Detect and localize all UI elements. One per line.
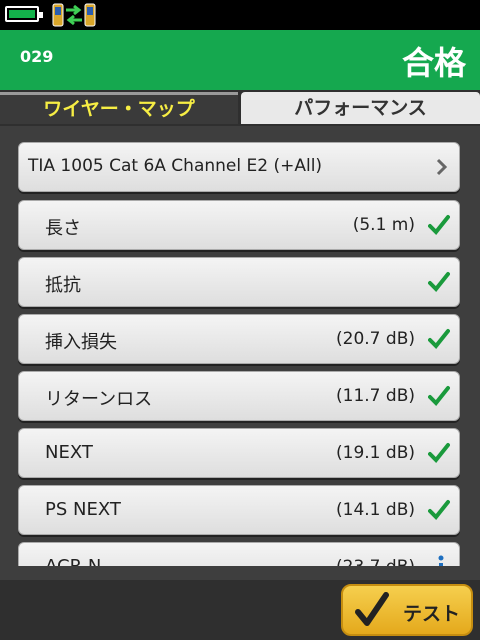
tab-performance[interactable]: パフォーマンス [241, 92, 480, 124]
result-row-next[interactable]: NEXT (19.1 dB) [18, 428, 460, 478]
result-value: (5.1 m) [352, 215, 415, 235]
result-row-return-loss[interactable]: リターンロス (11.7 dB) [18, 371, 460, 421]
result-label: 挿入損失 [45, 332, 117, 353]
check-icon [428, 215, 450, 235]
result-row-ps-next[interactable]: PS NEXT (14.1 dB) [18, 485, 460, 535]
result-row-acr-n[interactable]: ACR-N (23.7 dB) [18, 542, 460, 566]
tab-wire-map[interactable]: ワイヤー・マップ [0, 92, 238, 124]
result-header: 029 合格 [0, 30, 480, 90]
result-value: (11.7 dB) [336, 386, 415, 406]
check-icon [428, 500, 450, 520]
result-label: NEXT [45, 442, 93, 463]
check-icon [428, 329, 450, 349]
test-result: 合格 [401, 44, 466, 82]
check-icon [428, 386, 450, 406]
chevron-right-icon [436, 158, 448, 176]
result-label: 抵抗 [45, 275, 81, 296]
connection-icon [52, 3, 96, 27]
status-bar [0, 0, 480, 30]
result-value: (19.1 dB) [336, 443, 415, 463]
result-value: (14.1 dB) [336, 500, 415, 520]
test-button-label: テスト [403, 603, 461, 625]
check-icon [428, 443, 450, 463]
check-icon [428, 272, 450, 292]
checkmark-icon [355, 592, 389, 626]
channel-limit-row[interactable]: TIA 1005 Cat 6A Channel E2 (+All) [18, 142, 460, 192]
result-label: 長さ [45, 218, 81, 239]
result-value: (23.7 dB) [336, 557, 415, 566]
job-id: 029 [20, 47, 54, 66]
tab-bar: ワイヤー・マップ パフォーマンス [0, 90, 480, 126]
info-icon [438, 555, 444, 566]
channel-limit-label: TIA 1005 Cat 6A Channel E2 (+All) [28, 156, 323, 176]
result-row-insertion-loss[interactable]: 挿入損失 (20.7 dB) [18, 314, 460, 364]
test-button[interactable]: テスト [341, 584, 473, 636]
results-list[interactable]: TIA 1005 Cat 6A Channel E2 (+All) 長さ (5.… [0, 126, 480, 566]
result-row-resistance[interactable]: 抵抗 [18, 257, 460, 307]
result-row-length[interactable]: 長さ (5.1 m) [18, 200, 460, 250]
result-value: (20.7 dB) [336, 329, 415, 349]
result-label: PS NEXT [45, 499, 121, 520]
result-label: リターンロス [45, 389, 153, 410]
battery-icon [5, 6, 43, 22]
result-label: ACR-N [45, 556, 101, 566]
